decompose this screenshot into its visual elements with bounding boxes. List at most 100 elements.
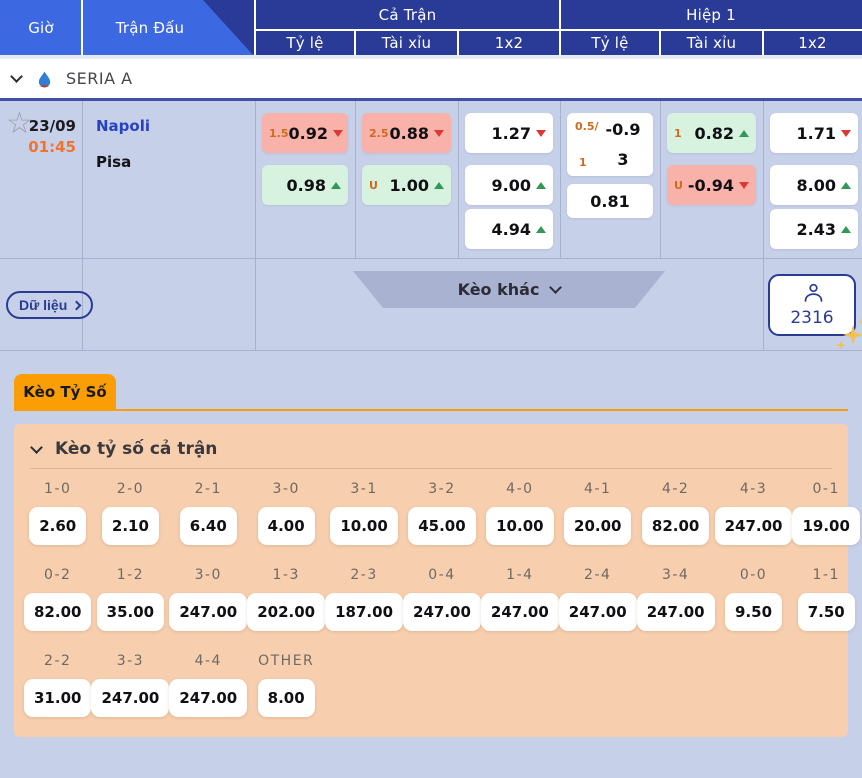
odds-cell-h1-under[interactable]: U -0.94	[667, 165, 756, 205]
viewers-box[interactable]: 2316	[768, 274, 856, 336]
score-label: 2-1	[195, 481, 222, 501]
score-cell: 4-1 20.00	[559, 481, 637, 545]
score-odds-button[interactable]: 202.00	[247, 593, 325, 631]
score-panel-header[interactable]: Kèo tỷ số cả trận	[14, 424, 848, 468]
odds-cell-h1-1x2-home[interactable]: 1.71	[770, 113, 858, 153]
score-label: 3-0	[272, 481, 299, 501]
trend-arrow-icon	[841, 226, 851, 233]
sub-header-h1-1x2: 1x2	[763, 30, 862, 55]
score-odds-button[interactable]: 9.50	[725, 593, 782, 631]
odds-cell-ft-under[interactable]: U 1.00	[362, 165, 451, 205]
score-odds-button[interactable]: 187.00	[325, 593, 403, 631]
home-team-name[interactable]: Napoli	[96, 117, 150, 135]
handicap-label: 1.5	[269, 127, 289, 140]
odds-value: 8.00	[797, 176, 836, 195]
tab-keo-ty-so[interactable]: Kèo Tỷ Số	[14, 374, 116, 409]
odds-value: 1.00	[390, 176, 429, 195]
score-cell: OTHER8.00	[247, 653, 325, 717]
header-divider	[457, 30, 459, 55]
score-odds-button[interactable]: 247.00	[169, 593, 247, 631]
handicap-label: U	[674, 179, 683, 192]
odds-cell-h1-handicap-away[interactable]: 0.81	[567, 184, 653, 218]
score-cell: 2-1 6.40	[169, 481, 247, 545]
score-odds-button[interactable]: 247.00	[481, 593, 559, 631]
score-cell: 0-4247.00	[403, 567, 481, 631]
odds-cell-h1-handicap-home[interactable]: 0.5/1 -0.93	[567, 113, 653, 176]
data-button[interactable]: Dữ liệu	[6, 291, 93, 319]
score-odds-panel: Kèo tỷ số cả trận 1-02.60 2-02.10 2-16.4…	[14, 424, 848, 737]
odds-cell-ft-1x2-away[interactable]: 4.94	[465, 209, 553, 249]
score-label: 4-1	[584, 481, 611, 501]
odds-cell-ft-1x2-draw[interactable]: 9.00	[465, 165, 553, 205]
score-odds-grid: 1-02.60 2-02.10 2-16.40 3-04.00 3-110.00…	[14, 469, 848, 717]
more-odds-button[interactable]: Kèo khác	[353, 271, 665, 308]
viewers-icon	[800, 283, 824, 307]
header-divider	[559, 0, 561, 55]
column-line	[355, 101, 356, 258]
score-cell: 4-010.00	[481, 481, 559, 545]
odds-cell-h1-1x2-draw[interactable]: 8.00	[770, 165, 858, 205]
trend-arrow-icon	[536, 130, 546, 137]
score-odds-button[interactable]: 82.00	[642, 507, 709, 545]
score-cell: 1-3202.00	[247, 567, 325, 631]
score-odds-button[interactable]: 247.00	[403, 593, 481, 631]
chevron-down-icon[interactable]	[10, 70, 23, 83]
score-odds-button[interactable]: 247.00	[91, 679, 169, 717]
score-odds-button[interactable]: 10.00	[486, 507, 553, 545]
score-cell: 4-282.00	[637, 481, 715, 545]
score-odds-button[interactable]: 45.00	[408, 507, 475, 545]
score-odds-button[interactable]: 247.00	[169, 679, 247, 717]
away-team-name[interactable]: Pisa	[96, 153, 131, 171]
score-odds-button[interactable]: 2.10	[102, 507, 159, 545]
score-odds-button[interactable]: 247.00	[559, 593, 637, 631]
odds-cell-ft-handicap-away[interactable]: 0.98	[262, 165, 348, 205]
score-odds-button[interactable]: 31.00	[24, 679, 91, 717]
sub-header-h1-handicap: Tỷ lệ	[560, 30, 660, 55]
odds-cell-ft-over[interactable]: 2.5 0.88	[362, 113, 451, 153]
score-cell: 4-4247.00	[169, 653, 247, 717]
score-tab-bar: Kèo Tỷ Số	[0, 374, 862, 409]
chevron-right-icon	[72, 300, 82, 310]
odds-cell-ft-1x2-home[interactable]: 1.27	[465, 113, 553, 153]
sub-header-ft-1x2: 1x2	[458, 30, 560, 55]
score-odds-button[interactable]: 8.00	[258, 679, 315, 717]
score-label: 1-0	[44, 481, 71, 501]
score-odds-button[interactable]: 20.00	[564, 507, 631, 545]
odds-table-header: Giờ Trận Đấu Cả Trận Hiệp 1 Tỷ lệ Tài xỉ…	[0, 0, 862, 55]
score-odds-button[interactable]: 247.00	[715, 507, 793, 545]
trend-arrow-icon	[841, 182, 851, 189]
score-odds-button[interactable]: 19.00	[792, 507, 859, 545]
score-label: 3-4	[662, 567, 689, 587]
score-odds-button[interactable]: 82.00	[24, 593, 91, 631]
score-panel-title: Kèo tỷ số cả trận	[55, 439, 217, 459]
score-odds-button[interactable]: 2.60	[29, 507, 86, 545]
column-header-time: Giờ	[0, 0, 82, 55]
column-line	[255, 259, 256, 350]
score-odds-button[interactable]: 35.00	[97, 593, 164, 631]
odds-cell-h1-over[interactable]: 1 0.82	[667, 113, 756, 153]
league-logo-icon	[37, 70, 52, 88]
trend-arrow-icon	[739, 130, 749, 137]
score-cell: 3-3247.00	[91, 653, 169, 717]
score-cell: 2-3187.00	[325, 567, 403, 631]
league-name: SERIA A	[66, 69, 133, 88]
trend-arrow-icon	[739, 182, 749, 189]
header-divider	[81, 0, 83, 55]
score-odds-button[interactable]: 7.50	[798, 593, 855, 631]
odds-value: 1.71	[797, 124, 836, 143]
score-label: 3-1	[350, 481, 377, 501]
score-odds-button[interactable]: 10.00	[330, 507, 397, 545]
column-line	[458, 101, 459, 258]
sparkle-star-icon	[843, 325, 862, 345]
score-odds-button[interactable]: 6.40	[180, 507, 237, 545]
odds-cell-ft-handicap-home[interactable]: 1.5 0.92	[262, 113, 348, 153]
score-odds-button[interactable]: 247.00	[637, 593, 715, 631]
league-row: SERIA A	[0, 59, 862, 98]
sparkle-star-icon	[836, 340, 846, 350]
score-label: 3-2	[428, 481, 455, 501]
chevron-down-icon	[30, 441, 43, 454]
score-odds-button[interactable]: 4.00	[258, 507, 315, 545]
trend-arrow-icon	[333, 130, 343, 137]
score-cell: 4-3247.00	[715, 481, 793, 545]
odds-cell-h1-1x2-away[interactable]: 2.43	[770, 209, 858, 249]
